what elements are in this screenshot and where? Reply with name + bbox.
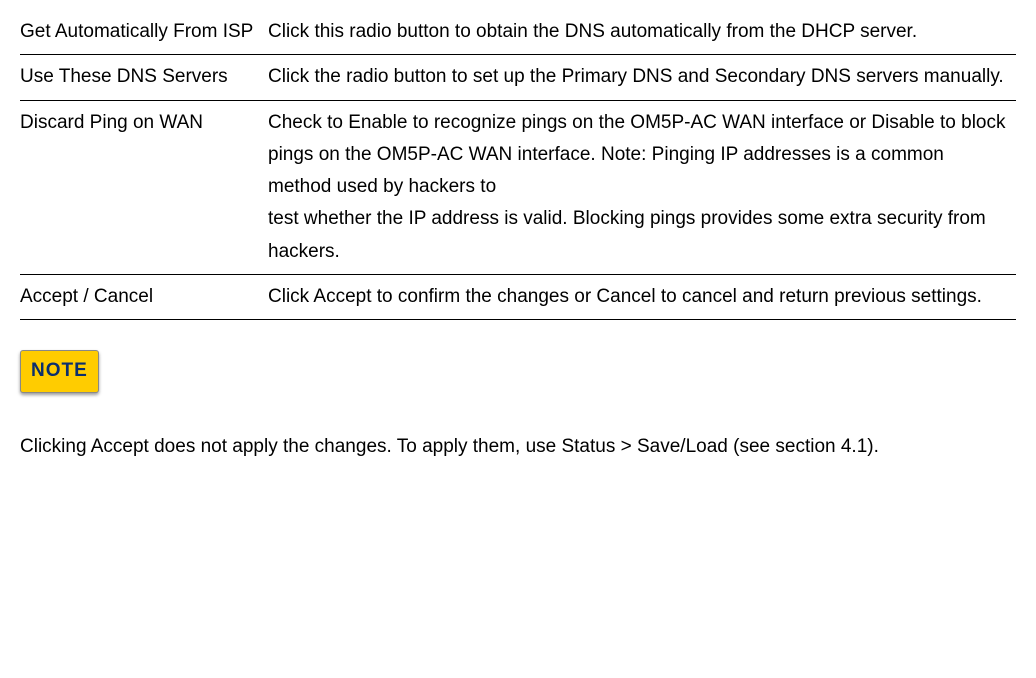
row-label: Discard Ping on WAN — [20, 100, 268, 274]
row-label: Use These DNS Servers — [20, 55, 268, 100]
row-desc: Click this radio button to obtain the DN… — [268, 10, 1016, 55]
row-desc: Click Accept to confirm the changes or C… — [268, 275, 1016, 320]
table-row: Get Automatically From ISP Click this ra… — [20, 10, 1016, 55]
row-desc: Check to Enable to recognize pings on th… — [268, 100, 1016, 274]
note-badge: NOTE — [20, 350, 99, 392]
table-row: Accept / Cancel Click Accept to confirm … — [20, 275, 1016, 320]
note-text: Clicking Accept does not apply the chang… — [20, 431, 1016, 463]
row-label: Get Automatically From ISP — [20, 10, 268, 55]
settings-table: Get Automatically From ISP Click this ra… — [20, 10, 1016, 320]
table-row: Discard Ping on WAN Check to Enable to r… — [20, 100, 1016, 274]
table-row: Use These DNS Servers Click the radio bu… — [20, 55, 1016, 100]
row-desc: Click the radio button to set up the Pri… — [268, 55, 1016, 100]
row-label: Accept / Cancel — [20, 275, 268, 320]
